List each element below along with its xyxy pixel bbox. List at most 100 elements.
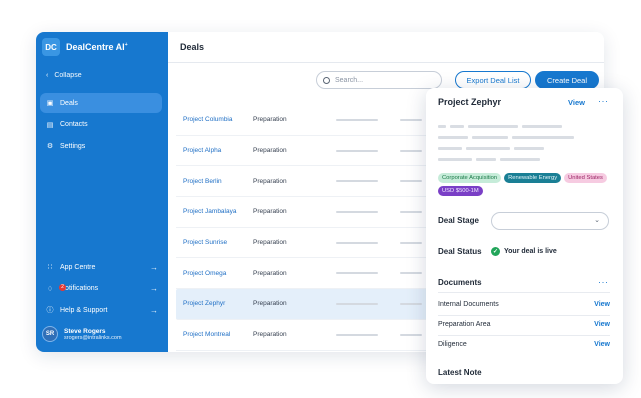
deal-tags: Corporate Acquisition Renewable Energy U…	[438, 173, 618, 196]
placeholder-line	[450, 125, 464, 128]
sidebar-item-help-support[interactable]: ⓘ Help & Support →	[40, 300, 162, 320]
sidebar-nav: ▣ Deals ▤ Contacts ⚙ Settings	[40, 93, 162, 158]
briefcase-icon: ▣	[46, 100, 54, 107]
user-profile[interactable]: SR Steve Rogers srogers@intralinks.com	[42, 326, 122, 342]
deal-name-link[interactable]: Project Zephyr	[183, 300, 225, 307]
placeholder-line	[438, 125, 446, 128]
placeholder-line	[472, 136, 508, 139]
placeholder-bar	[336, 149, 378, 152]
help-circle-icon: ⓘ	[46, 307, 54, 314]
placeholder-bar	[336, 303, 378, 306]
tag: Corporate Acquisition	[438, 173, 502, 183]
deal-status: ✓ Your deal is live	[491, 247, 557, 256]
check-circle-icon: ✓	[491, 247, 500, 256]
deal-status-label: Deal Status	[438, 247, 482, 256]
sidebar-item-notifications[interactable]: ♢ 2 Notifications →	[40, 279, 162, 299]
deal-stage: Preparation	[253, 239, 287, 247]
deal-detail-panel: Project Zephyr View ··· Corporate Acquis…	[426, 88, 623, 384]
search-input[interactable]: Search...	[316, 71, 442, 89]
tag: USD $500-1M	[438, 186, 483, 196]
document-view-link[interactable]: View	[594, 301, 610, 308]
deal-stage: Preparation	[253, 116, 287, 124]
deal-stage: Preparation	[253, 147, 287, 155]
deal-stage-select[interactable]: ⌄	[491, 212, 609, 230]
page-title: Deals	[180, 42, 205, 52]
deal-name-link[interactable]: Project Montreal	[183, 331, 230, 338]
placeholder-bar	[400, 149, 422, 152]
latest-note-label: Latest Note	[438, 368, 482, 377]
contact-card-icon: ▤	[46, 121, 54, 129]
notification-badge: 2	[59, 283, 66, 291]
placeholder-line	[522, 125, 562, 128]
document-row: Internal Documents View	[438, 301, 610, 308]
search-icon	[323, 76, 330, 84]
placeholder-bar	[336, 211, 378, 214]
deal-stage: Preparation	[253, 177, 287, 185]
document-name: Diligence	[438, 341, 467, 348]
avatar: SR	[42, 326, 58, 342]
placeholder-line	[438, 136, 468, 139]
placeholder-line	[466, 147, 510, 150]
deal-stage: Preparation	[253, 208, 287, 216]
gear-icon: ⚙	[46, 143, 54, 150]
deal-stage: Preparation	[253, 331, 287, 339]
panel-title: Project Zephyr	[438, 97, 502, 107]
arrow-right-icon: →	[150, 305, 158, 315]
placeholder-bar	[400, 241, 422, 244]
placeholder-line	[438, 147, 462, 150]
placeholder-line	[512, 136, 574, 139]
divider	[438, 292, 610, 293]
placeholder-bar	[336, 241, 378, 244]
deal-name-link[interactable]: Project Alpha	[183, 147, 221, 154]
placeholder-bar	[400, 119, 422, 121]
sidebar-item-settings[interactable]: ⚙ Settings	[40, 136, 162, 156]
document-name: Preparation Area	[438, 321, 491, 328]
create-deal-button[interactable]: Create Deal	[535, 71, 599, 89]
tag: United States	[564, 173, 607, 183]
chevron-left-icon: ‹	[46, 72, 49, 79]
placeholder-bar	[336, 272, 378, 275]
placeholder-bar	[336, 333, 378, 336]
brand-logo: DC	[42, 38, 60, 56]
placeholder-line	[500, 158, 540, 161]
documents-more-icon[interactable]: ···	[598, 277, 609, 287]
divider	[438, 315, 610, 316]
bell-icon: ♢	[46, 285, 54, 293]
deal-name-link[interactable]: Project Sunrise	[183, 239, 227, 246]
sidebar-item-deals[interactable]: ▣ Deals	[40, 93, 162, 113]
chevron-down-icon: ⌄	[594, 217, 600, 224]
panel-view-link[interactable]: View	[568, 98, 585, 107]
deal-name-link[interactable]: Project Jambalaya	[183, 208, 236, 215]
sidebar-item-contacts[interactable]: ▤ Contacts	[40, 115, 162, 135]
export-deal-list-button[interactable]: Export Deal List	[455, 71, 531, 89]
header-divider	[168, 62, 604, 63]
sidebar: DC DealCentre AI+ ‹ Collapse ▣ Deals ▤ C…	[36, 32, 168, 352]
document-name: Internal Documents	[438, 301, 499, 308]
placeholder-bar	[400, 180, 422, 183]
placeholder-bar	[400, 333, 422, 336]
document-view-link[interactable]: View	[594, 321, 610, 328]
placeholder-bar	[400, 272, 422, 275]
document-view-link[interactable]: View	[594, 341, 610, 348]
placeholder-bar	[400, 211, 422, 214]
sidebar-bottom-nav: ∷ App Centre → ♢ 2 Notifications → ⓘ Help & …	[40, 257, 162, 322]
deal-name-link[interactable]: Project Columbia	[183, 116, 233, 123]
document-row: Diligence View	[438, 341, 610, 348]
deal-name-link[interactable]: Project Berlin	[183, 178, 222, 185]
user-name: Steve Rogers	[64, 327, 106, 335]
brand: DC DealCentre AI+	[42, 38, 128, 56]
arrow-right-icon: →	[150, 262, 158, 272]
grid-icon: ∷	[47, 264, 53, 271]
document-row: Preparation Area View	[438, 321, 610, 328]
collapse-button[interactable]: ‹ Collapse	[46, 72, 82, 79]
deal-name-link[interactable]: Project Omega	[183, 270, 226, 277]
placeholder-line	[468, 125, 518, 128]
documents-label: Documents	[438, 278, 482, 287]
user-email: srogers@intralinks.com	[64, 334, 122, 341]
more-options-icon[interactable]: ···	[598, 96, 609, 106]
placeholder-bar	[336, 119, 378, 121]
tag: Renewable Energy	[504, 173, 562, 183]
placeholder-bar	[336, 180, 378, 183]
sidebar-item-app-centre[interactable]: ∷ App Centre →	[40, 257, 162, 277]
divider	[438, 335, 610, 336]
